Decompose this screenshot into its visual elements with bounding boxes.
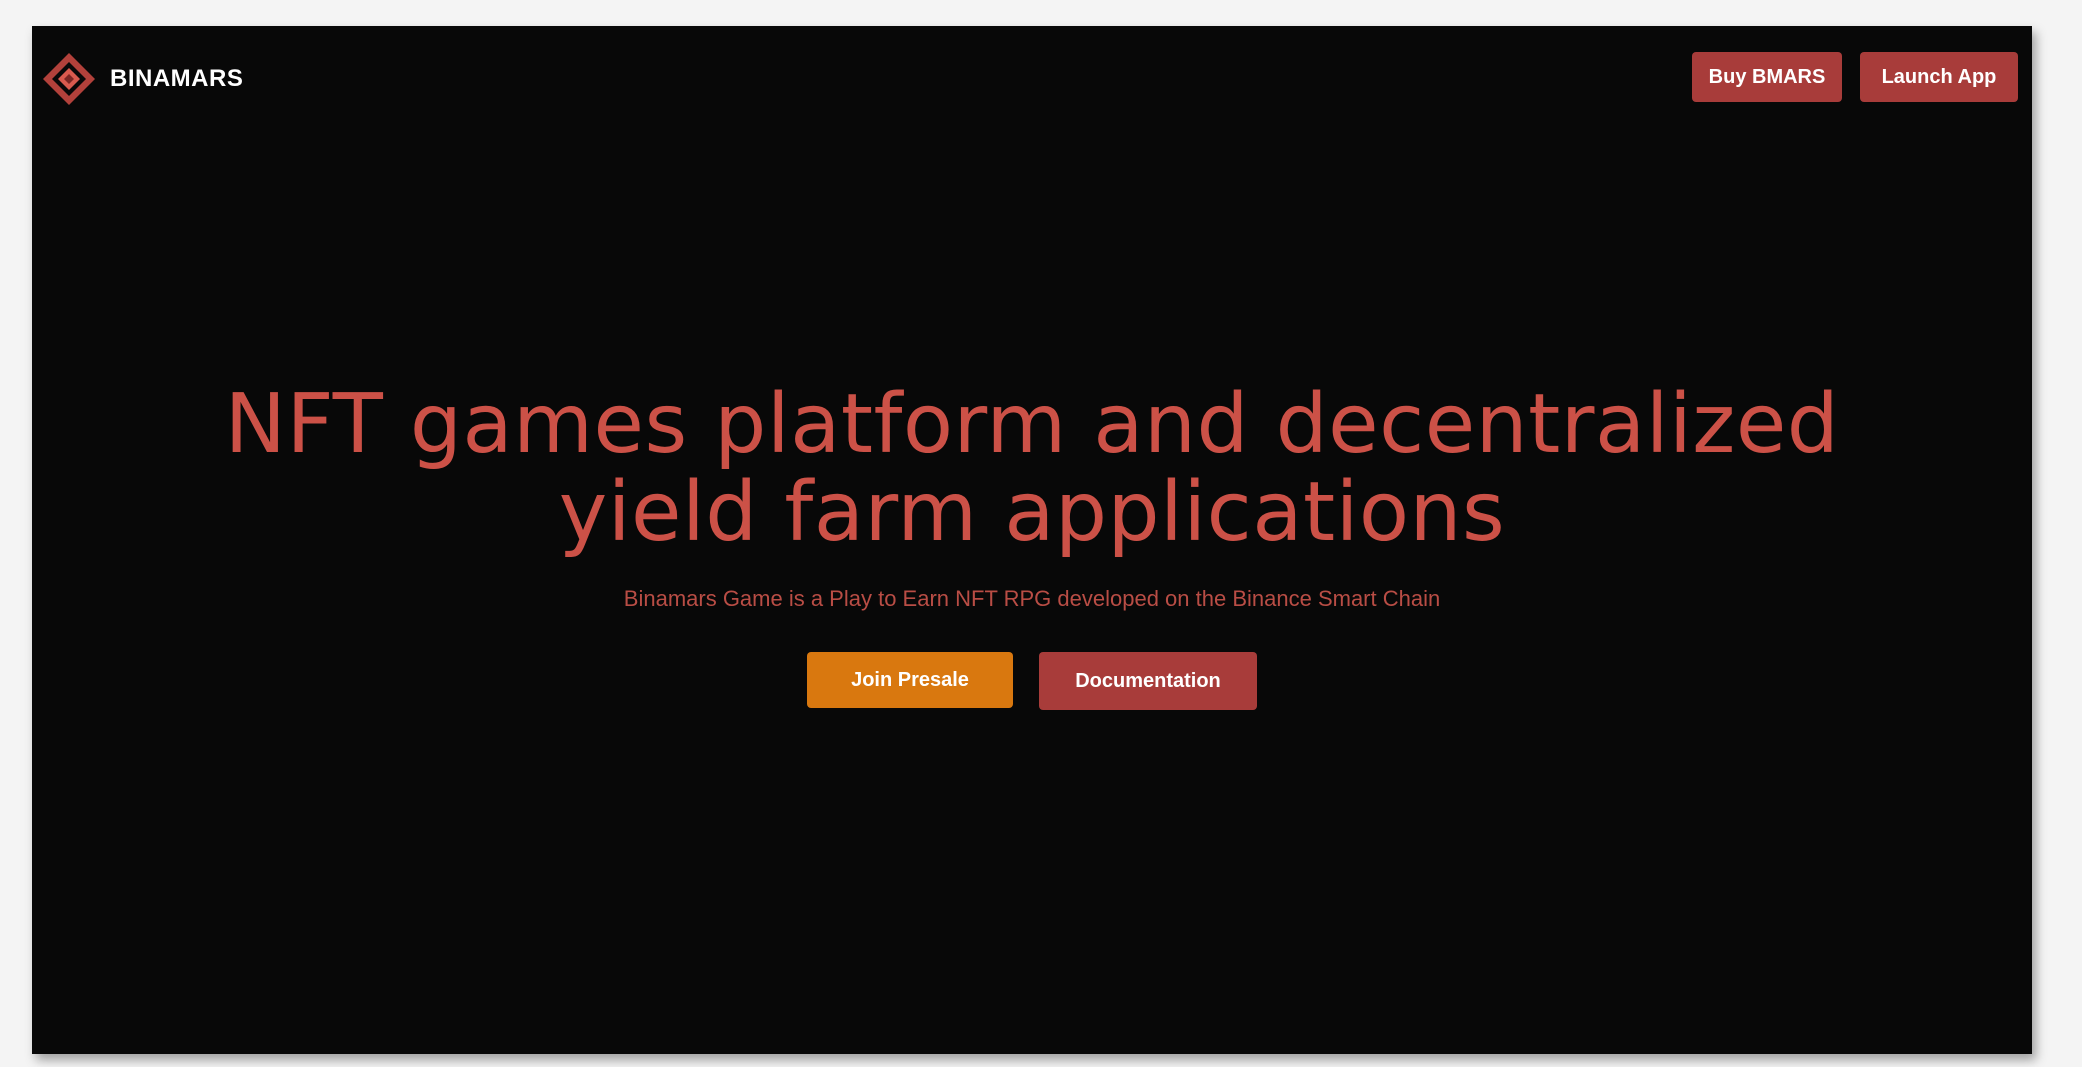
brand-name: BINAMARS bbox=[110, 65, 244, 92]
launch-app-button[interactable]: Launch App bbox=[1860, 52, 2018, 102]
binamars-diamond-logo-icon bbox=[43, 53, 95, 105]
nav-actions: Buy BMARS Launch App bbox=[1692, 52, 2018, 102]
hero-headline-line-2: yield farm applications bbox=[558, 465, 1506, 560]
documentation-button[interactable]: Documentation bbox=[1039, 652, 1257, 710]
brand[interactable]: BINAMARS bbox=[40, 50, 243, 108]
hero-actions: Join Presale Documentation bbox=[32, 652, 2032, 710]
hero-subtitle: Binamars Game is a Play to Earn NFT RPG … bbox=[623, 586, 1441, 611]
top-navbar: BINAMARS Buy BMARS Launch App bbox=[32, 26, 2032, 130]
join-presale-button[interactable]: Join Presale bbox=[807, 652, 1013, 708]
screenshot-frame: BINAMARS Buy BMARS Launch App NFT games … bbox=[0, 0, 2082, 1067]
hero-headline-line-1: NFT games platform and decentralized bbox=[224, 377, 1840, 472]
hero-headline: NFT games platform and decentralized yie… bbox=[32, 381, 2032, 557]
buy-bmars-button[interactable]: Buy BMARS bbox=[1692, 52, 1842, 102]
page-viewport: BINAMARS Buy BMARS Launch App NFT games … bbox=[32, 26, 2032, 1054]
